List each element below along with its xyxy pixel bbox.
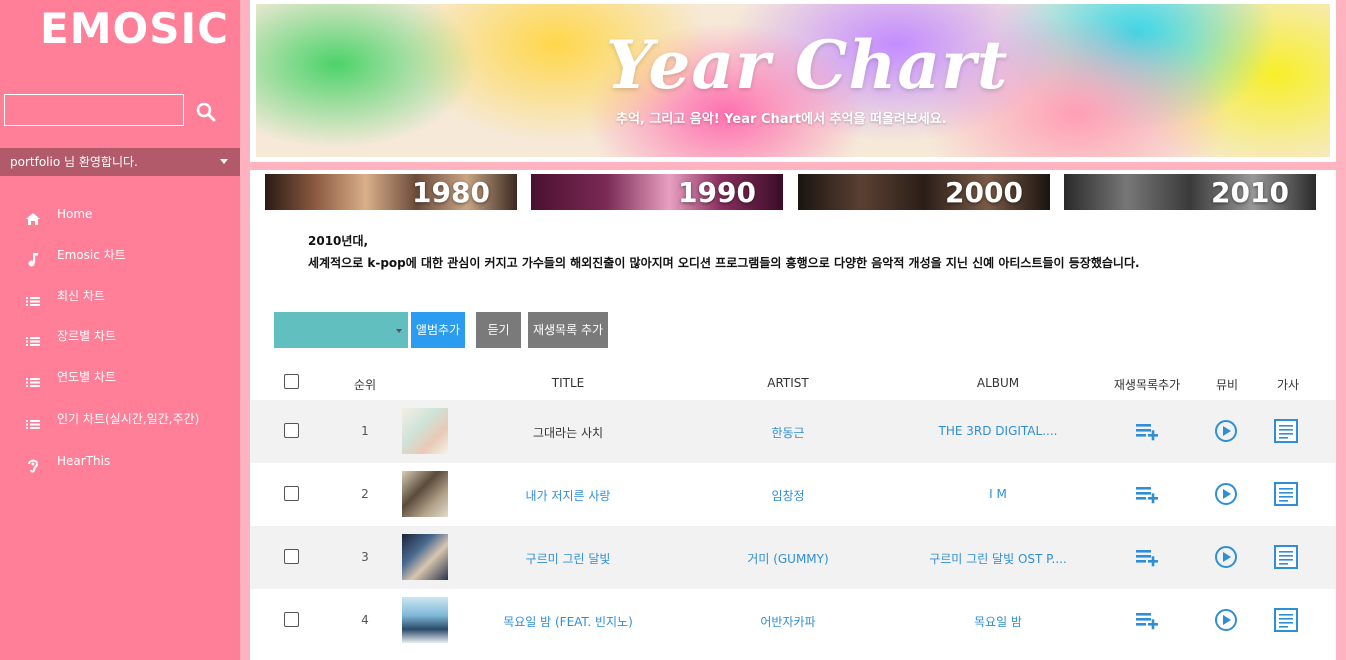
album-cover[interactable]	[402, 597, 448, 643]
album-link[interactable]: THE 3RD DIGITAL....	[908, 424, 1088, 438]
song-title[interactable]: 목요일 밤 (FEAT. 빈지노)	[468, 613, 668, 630]
decade-label: 2000	[945, 176, 1023, 209]
main-content: 1980 1990 2000 2010 2010년대, 세계적으로 k-pop에…	[250, 170, 1336, 660]
sidebar: EMOSIC portfolio 님 환영합니다. Home Emosic 차트…	[0, 0, 240, 660]
play-circle-icon[interactable]	[1212, 544, 1240, 570]
row-rank: 3	[361, 550, 369, 564]
table-row: 1 그대라는 사치 한동근 THE 3RD DIGITAL....	[250, 400, 1336, 463]
header-rank: 순위	[353, 378, 377, 392]
sidebar-item-home[interactable]: Home	[0, 199, 240, 229]
user-menu[interactable]: portfolio 님 환영합니다.	[0, 148, 240, 176]
header-add-playlist: 재생목록추가	[1113, 378, 1181, 392]
row-rank: 4	[361, 613, 369, 627]
artist-link[interactable]: 한동근	[708, 424, 868, 441]
album-select[interactable]	[274, 312, 408, 348]
search-icon[interactable]	[194, 100, 218, 124]
song-title[interactable]: 구르미 그린 달빛	[468, 550, 668, 567]
decade-tab-1980[interactable]: 1980	[265, 174, 517, 210]
add-album-button[interactable]: 앨범추가	[411, 312, 465, 348]
banner-image: Year Chart 추억, 그리고 음악! Year Chart에서 추억을 …	[256, 4, 1330, 157]
sidebar-item-year-chart[interactable]: 연도별 차트	[0, 362, 240, 392]
play-circle-icon[interactable]	[1212, 607, 1240, 633]
user-welcome-text: portfolio 님 환영합니다.	[10, 155, 138, 169]
playlist-add-icon[interactable]	[1134, 607, 1162, 633]
song-title[interactable]: 그대라는 사치	[468, 424, 668, 441]
sidebar-item-genre-chart[interactable]: 장르별 차트	[0, 321, 240, 351]
row-checkbox[interactable]	[284, 612, 299, 627]
header-artist: ARTIST	[767, 376, 809, 390]
decade-tab-2010[interactable]: 2010	[1064, 174, 1316, 210]
list-icon	[25, 329, 41, 346]
sidebar-item-label: 최신 차트	[57, 289, 105, 303]
decade-description-text: 세계적으로 k-pop에 대한 관심이 커지고 가수들의 해외진출이 많아지며 …	[308, 256, 1140, 270]
decade-description-title: 2010년대,	[308, 234, 369, 248]
decade-tab-1990[interactable]: 1990	[531, 174, 783, 210]
row-rank: 2	[361, 487, 369, 501]
table-header: 순위 TITLE ARTIST ALBUM 재생목록추가 뮤비 가사	[250, 368, 1336, 398]
chevron-down-icon	[220, 159, 228, 164]
year-chart-banner: Year Chart 추억, 그리고 음악! Year Chart에서 추억을 …	[250, 0, 1336, 162]
sidebar-item-label: 인기 차트(실시간,일간,주간)	[57, 412, 200, 426]
album-cover[interactable]	[402, 408, 448, 454]
play-circle-icon[interactable]	[1212, 418, 1240, 444]
artist-link[interactable]: 거미 (GUMMY)	[708, 550, 868, 567]
row-checkbox[interactable]	[284, 486, 299, 501]
banner-title: Year Chart	[606, 26, 1009, 104]
table-row: 4 목요일 밤 (FEAT. 빈지노) 어반자카파 목요일 밤	[250, 589, 1336, 652]
playlist-add-icon[interactable]	[1134, 481, 1162, 507]
sidebar-item-hearthis[interactable]: HearThis	[0, 446, 240, 476]
album-link[interactable]: I M	[908, 487, 1088, 501]
sidebar-item-label: Home	[57, 207, 93, 221]
list-icon	[25, 289, 41, 306]
decade-label: 1990	[678, 176, 756, 209]
album-cover[interactable]	[402, 534, 448, 580]
list-icon	[25, 412, 41, 429]
sidebar-item-emosic-chart[interactable]: Emosic 차트	[0, 240, 240, 270]
music-note-icon	[25, 248, 41, 267]
album-cover[interactable]	[402, 471, 448, 517]
decade-tab-2000[interactable]: 2000	[798, 174, 1050, 210]
listen-button[interactable]: 듣기	[476, 312, 521, 348]
list-icon	[25, 370, 41, 387]
sidebar-item-label: HearThis	[57, 454, 111, 468]
lyrics-icon[interactable]	[1272, 607, 1300, 633]
table-row: 3 구르미 그린 달빛 거미 (GUMMY) 구르미 그린 달빛 OST P..…	[250, 526, 1336, 589]
search-input[interactable]	[4, 94, 184, 126]
hearing-icon	[25, 454, 41, 473]
row-checkbox[interactable]	[284, 423, 299, 438]
header-album: ALBUM	[976, 376, 1020, 390]
header-title: TITLE	[551, 376, 585, 390]
sidebar-item-popular-chart[interactable]: 인기 차트(실시간,일간,주간)	[0, 404, 240, 434]
decade-label: 1980	[412, 176, 490, 209]
artist-link[interactable]: 임창정	[708, 487, 868, 504]
playlist-add-icon[interactable]	[1134, 544, 1162, 570]
lyrics-icon[interactable]	[1272, 481, 1300, 507]
lyrics-icon[interactable]	[1272, 418, 1300, 444]
header-mv: 뮤비	[1215, 378, 1239, 392]
chevron-down-icon	[396, 329, 402, 333]
album-link[interactable]: 목요일 밤	[908, 613, 1088, 630]
header-lyrics: 가사	[1276, 378, 1300, 392]
home-icon	[25, 207, 41, 225]
table-row: 2 내가 저지른 사랑 임창정 I M	[250, 463, 1336, 526]
playlist-add-icon[interactable]	[1134, 418, 1162, 444]
sidebar-item-latest-chart[interactable]: 최신 차트	[0, 281, 240, 311]
album-link[interactable]: 구르미 그린 달빛 OST P....	[908, 550, 1088, 567]
add-playlist-button[interactable]: 재생목록 추가	[528, 312, 608, 348]
sidebar-item-label: Emosic 차트	[57, 248, 126, 262]
row-checkbox[interactable]	[284, 549, 299, 564]
app-logo[interactable]: EMOSIC	[40, 4, 229, 53]
lyrics-icon[interactable]	[1272, 544, 1300, 570]
sidebar-item-label: 장르별 차트	[57, 329, 117, 343]
banner-subtitle: 추억, 그리고 음악! Year Chart에서 추억을 떠올려보세요.	[616, 112, 947, 127]
sidebar-item-label: 연도별 차트	[57, 370, 117, 384]
play-circle-icon[interactable]	[1212, 481, 1240, 507]
artist-link[interactable]: 어반자카파	[708, 613, 868, 630]
song-title[interactable]: 내가 저지른 사랑	[468, 487, 668, 504]
select-all-checkbox[interactable]	[284, 374, 299, 389]
row-rank: 1	[361, 424, 369, 438]
decade-label: 2010	[1211, 176, 1289, 209]
